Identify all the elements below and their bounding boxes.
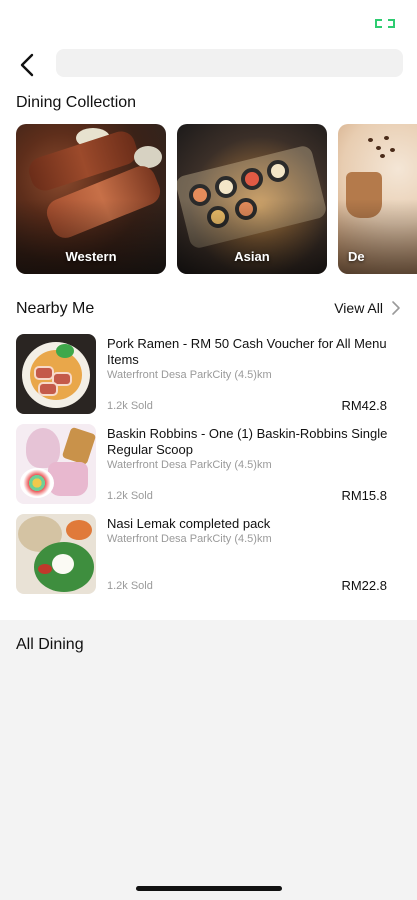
item-sold-count: 1.2k Sold [107, 400, 153, 412]
collection-card-dessert[interactable]: De [338, 124, 417, 274]
nearby-item-nasi-lemak[interactable]: Nasi Lemak completed pack Waterfront Des… [0, 514, 417, 598]
item-title: Pork Ramen - RM 50 Cash Voucher for All … [107, 336, 387, 367]
collection-card-label: Asian [234, 249, 270, 264]
all-dining-title: All Dining [16, 636, 84, 653]
status-bar [0, 0, 417, 44]
search-input[interactable] [56, 49, 403, 77]
item-thumbnail [16, 514, 96, 594]
home-indicator[interactable] [136, 886, 282, 891]
dining-collection-carousel[interactable]: Western Asian De [16, 124, 417, 274]
collection-card-label: Western [65, 249, 117, 264]
item-location: Waterfront Desa ParkCity (4.5)km [107, 533, 272, 545]
dining-collection-title: Dining Collection [16, 94, 137, 111]
view-all-link[interactable]: View All [334, 300, 403, 316]
back-button[interactable] [14, 50, 44, 80]
nearby-me-title: Nearby Me [16, 300, 95, 317]
item-sold-count: 1.2k Sold [107, 490, 153, 502]
nearby-item-baskin-robbins[interactable]: Baskin Robbins - One (1) Baskin-Robbins … [0, 424, 417, 508]
item-thumbnail [16, 334, 96, 414]
nearby-item-pork-ramen[interactable]: Pork Ramen - RM 50 Cash Voucher for All … [0, 334, 417, 418]
collection-card-label: De [348, 249, 365, 264]
item-title: Baskin Robbins - One (1) Baskin-Robbins … [107, 426, 388, 457]
chevron-right-icon [392, 301, 400, 315]
item-location: Waterfront Desa ParkCity (4.5)km [107, 369, 272, 381]
top-bar [0, 48, 417, 82]
view-all-label: View All [334, 300, 383, 316]
item-price: RM42.8 [341, 398, 387, 413]
collection-card-western[interactable]: Western [16, 124, 166, 274]
item-sold-count: 1.2k Sold [107, 580, 153, 592]
item-location: Waterfront Desa ParkCity (4.5)km [107, 459, 272, 471]
connection-icon [375, 19, 395, 30]
collection-card-asian[interactable]: Asian [177, 124, 327, 274]
item-title: Nasi Lemak completed pack [107, 516, 271, 531]
item-thumbnail [16, 424, 96, 504]
all-dining-section [0, 620, 417, 900]
item-price: RM15.8 [341, 488, 387, 503]
item-price: RM22.8 [341, 578, 387, 593]
back-arrow-icon [20, 53, 34, 77]
